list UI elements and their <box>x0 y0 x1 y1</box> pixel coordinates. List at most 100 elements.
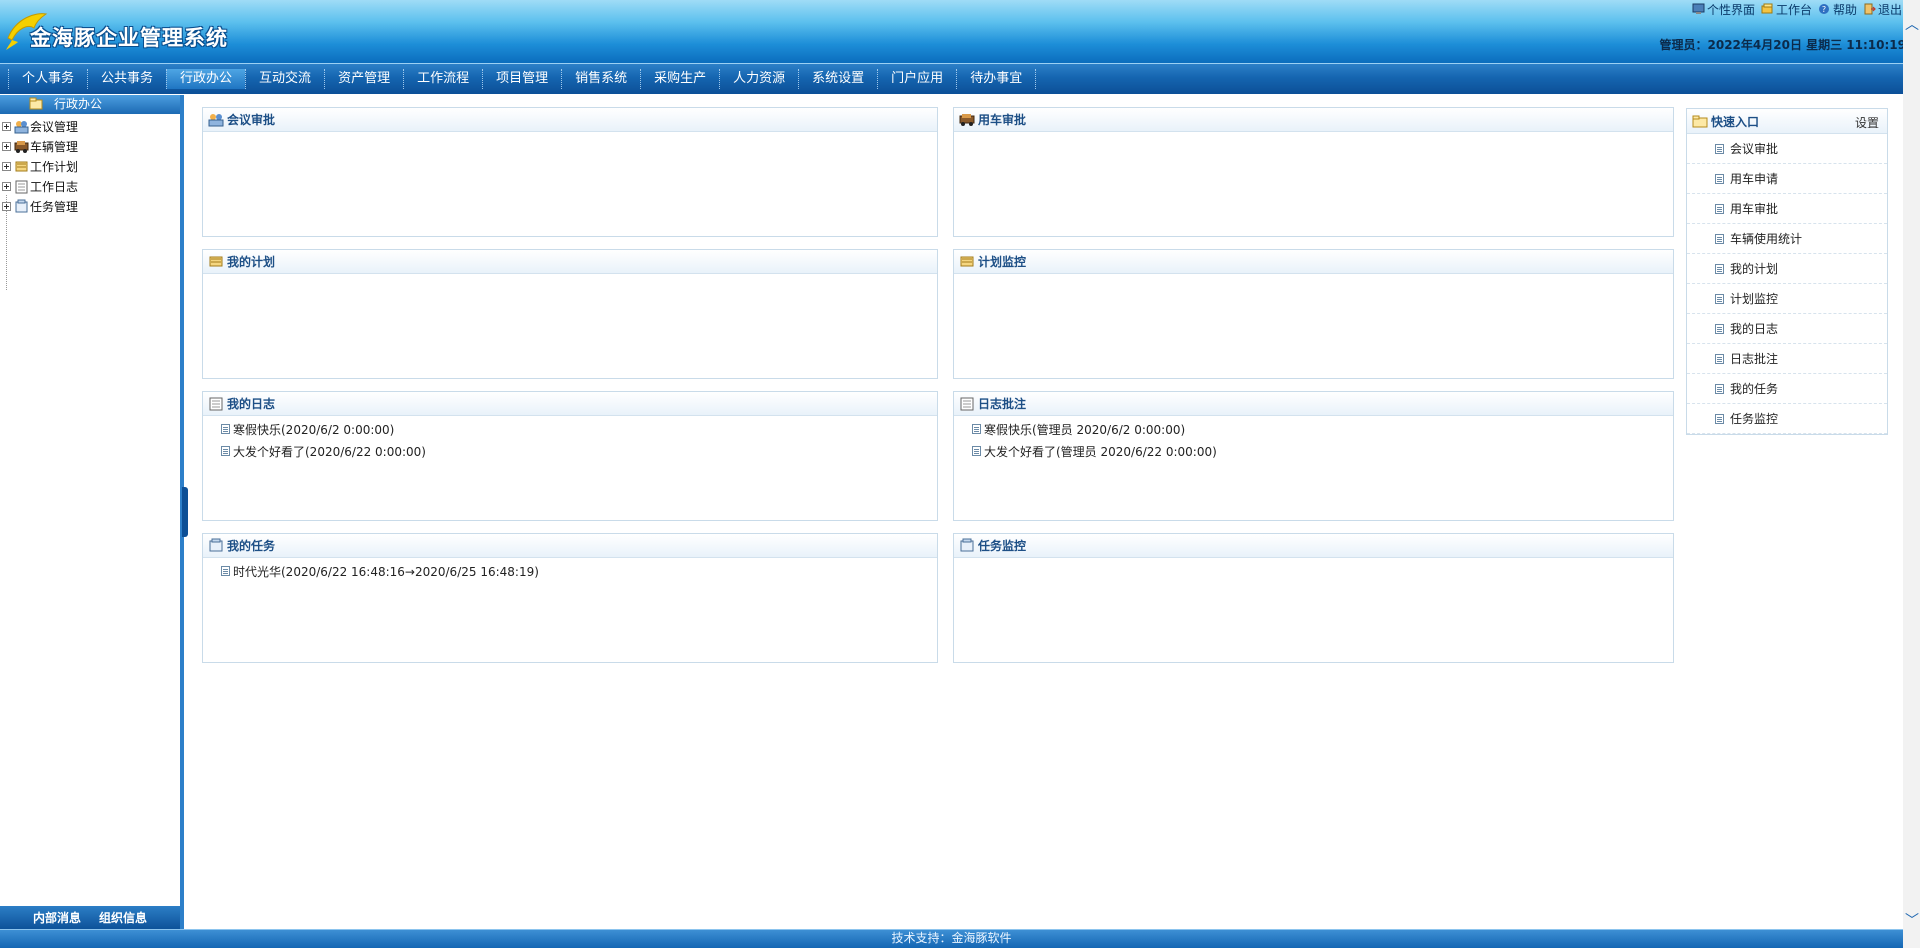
nav-item-hr[interactable]: 人力资源 <box>719 68 798 89</box>
sidebar: 行政办公 会议管理 车辆管理 工作计划 工作日志 任务管理 内部消息 组织信息 <box>0 95 184 929</box>
document-icon <box>1715 263 1724 274</box>
quick-item[interactable]: 我的计划 <box>1687 254 1887 284</box>
quick-entry-header: 快速入口 设置 <box>1687 109 1887 134</box>
sidebar-item-worklog[interactable]: 工作日志 <box>0 176 180 196</box>
panel-title[interactable]: 日志批注 <box>978 395 1026 412</box>
nav-item-admin-office[interactable]: 行政办公 <box>166 68 246 89</box>
panel-body: 寒假快乐(2020/6/2 0:00:00) 大发个好看了(2020/6/22 … <box>203 416 937 462</box>
theme-link-label: 个性界面 <box>1706 2 1755 17</box>
list-item[interactable]: 寒假快乐(管理员 2020/6/2 0:00:00) <box>972 418 1673 440</box>
sidebar-item-task[interactable]: 任务管理 <box>0 196 180 216</box>
nav-item-projects[interactable]: 项目管理 <box>482 68 561 89</box>
panel-title[interactable]: 我的计划 <box>227 253 275 270</box>
scroll-up-icon[interactable]: ︿ <box>1905 18 1919 32</box>
page-footer: 技术支持：金海豚软件 <box>0 929 1903 948</box>
sidebar-item-meeting[interactable]: 会议管理 <box>0 116 180 136</box>
nav-item-portal[interactable]: 门户应用 <box>877 68 956 89</box>
desk-link[interactable]: 工作台 <box>1761 1 1812 18</box>
panel-task-monitor: 任务监控 <box>953 533 1674 663</box>
quick-item[interactable]: 会议审批 <box>1687 134 1887 164</box>
quick-item[interactable]: 我的日志 <box>1687 314 1887 344</box>
scroll-down-icon[interactable]: ﹀ <box>1905 914 1919 928</box>
expand-icon[interactable] <box>2 161 11 171</box>
folder-icon <box>1692 115 1708 127</box>
list-item[interactable]: 寒假快乐(2020/6/2 0:00:00) <box>221 418 937 440</box>
list-item[interactable]: 大发个好看了(管理员 2020/6/22 0:00:00) <box>972 440 1673 462</box>
document-icon <box>1715 203 1724 214</box>
exit-link[interactable]: 退出 <box>1863 1 1902 18</box>
internal-messages-link[interactable]: 内部消息 <box>33 909 81 926</box>
panel-header: 任务监控 <box>954 534 1673 558</box>
nav-item-personal[interactable]: 个人事务 <box>8 68 87 89</box>
plan-icon <box>15 161 28 171</box>
sidebar-tree: 会议管理 车辆管理 工作计划 工作日志 任务管理 <box>0 114 180 216</box>
help-link[interactable]: ? 帮助 <box>1818 1 1857 18</box>
expand-icon[interactable] <box>2 141 11 151</box>
document-icon <box>972 446 981 456</box>
quick-item[interactable]: 车辆使用统计 <box>1687 224 1887 254</box>
expand-icon[interactable] <box>2 121 11 131</box>
document-icon <box>972 424 981 434</box>
nav-item-settings[interactable]: 系统设置 <box>798 68 877 89</box>
nav-item-assets[interactable]: 资产管理 <box>324 68 403 89</box>
panel-log-annotation: 日志批注 寒假快乐(管理员 2020/6/2 0:00:00) 大发个好看了(管… <box>953 391 1674 521</box>
panel-header: 计划监控 <box>954 250 1673 274</box>
panel-title[interactable]: 用车审批 <box>978 111 1026 128</box>
nav-item-procurement[interactable]: 采购生产 <box>640 68 719 89</box>
quick-item[interactable]: 计划监控 <box>1687 284 1887 314</box>
nav-item-workflow[interactable]: 工作流程 <box>403 68 482 89</box>
nav-item-sales[interactable]: 销售系统 <box>561 68 640 89</box>
panel-body <box>954 132 1673 134</box>
list-item[interactable]: 时代光华(2020/6/22 16:48:16→2020/6/25 16:48:… <box>221 560 937 582</box>
org-info-link[interactable]: 组织信息 <box>99 909 147 926</box>
expand-icon[interactable] <box>2 201 11 211</box>
nav-item-todo[interactable]: 待办事宜 <box>956 68 1037 89</box>
sidebar-item-vehicle[interactable]: 车辆管理 <box>0 136 180 156</box>
nav-item-public[interactable]: 公共事务 <box>87 68 166 89</box>
theme-link[interactable]: 个性界面 <box>1692 1 1755 18</box>
list-item-text: 寒假快乐(2020/6/2 0:00:00) <box>233 422 395 437</box>
quick-item[interactable]: 用车申请 <box>1687 164 1887 194</box>
log-icon <box>15 180 28 193</box>
list-item-text: 时代光华(2020/6/22 16:48:16→2020/6/25 16:48:… <box>233 564 539 579</box>
nav-item-interaction[interactable]: 互动交流 <box>245 68 324 89</box>
svg-text:?: ? <box>1822 5 1826 14</box>
list-item-text: 大发个好看了(管理员 2020/6/22 0:00:00) <box>984 444 1217 459</box>
user-datetime: 管理员：2022年4月20日 星期三 11:10:19 <box>1659 38 1907 52</box>
panel-meeting-approval: 会议审批 <box>202 107 938 237</box>
quick-item[interactable]: 任务监控 <box>1687 404 1887 434</box>
panel-title[interactable]: 会议审批 <box>227 111 275 128</box>
panel-my-log: 我的日志 寒假快乐(2020/6/2 0:00:00) 大发个好看了(2020/… <box>202 391 938 521</box>
panel-header: 用车审批 <box>954 108 1673 132</box>
panel-title[interactable]: 我的任务 <box>227 537 275 554</box>
quick-entry-settings-link[interactable]: 设置 <box>1855 114 1879 131</box>
quick-item[interactable]: 我的任务 <box>1687 374 1887 404</box>
document-icon <box>1715 323 1724 334</box>
sidebar-collapse-handle[interactable] <box>182 487 188 537</box>
sidebar-title: 行政办公 <box>0 95 180 114</box>
quick-item[interactable]: 用车审批 <box>1687 194 1887 224</box>
document-icon <box>1715 143 1724 154</box>
expand-icon[interactable] <box>2 181 11 191</box>
quick-item-label: 用车审批 <box>1730 202 1779 216</box>
panel-header: 我的任务 <box>203 534 937 558</box>
quick-item[interactable]: 日志批注 <box>1687 344 1887 374</box>
task-icon <box>960 538 974 552</box>
sidebar-item-plan[interactable]: 工作计划 <box>0 156 180 176</box>
panel-plan-monitor: 计划监控 <box>953 249 1674 379</box>
desk-link-label: 工作台 <box>1775 2 1812 17</box>
list-item[interactable]: 大发个好看了(2020/6/22 0:00:00) <box>221 440 937 462</box>
folder-icon <box>29 97 43 110</box>
vertical-scrollbar[interactable]: ︿ ﹀ <box>1903 0 1920 948</box>
meeting-icon <box>208 114 224 127</box>
panel-title[interactable]: 任务监控 <box>978 537 1026 554</box>
panel-title[interactable]: 计划监控 <box>978 253 1026 270</box>
quick-item-label: 计划监控 <box>1730 292 1779 306</box>
panel-title[interactable]: 我的日志 <box>227 395 275 412</box>
exit-link-label: 退出 <box>1877 2 1902 17</box>
panel-body: 寒假快乐(管理员 2020/6/2 0:00:00) 大发个好看了(管理员 20… <box>954 416 1673 462</box>
quick-item-label: 日志批注 <box>1730 352 1779 366</box>
panel-my-plan: 我的计划 <box>202 249 938 379</box>
help-icon: ? <box>1818 4 1829 14</box>
quick-item-label: 车辆使用统计 <box>1730 232 1803 246</box>
